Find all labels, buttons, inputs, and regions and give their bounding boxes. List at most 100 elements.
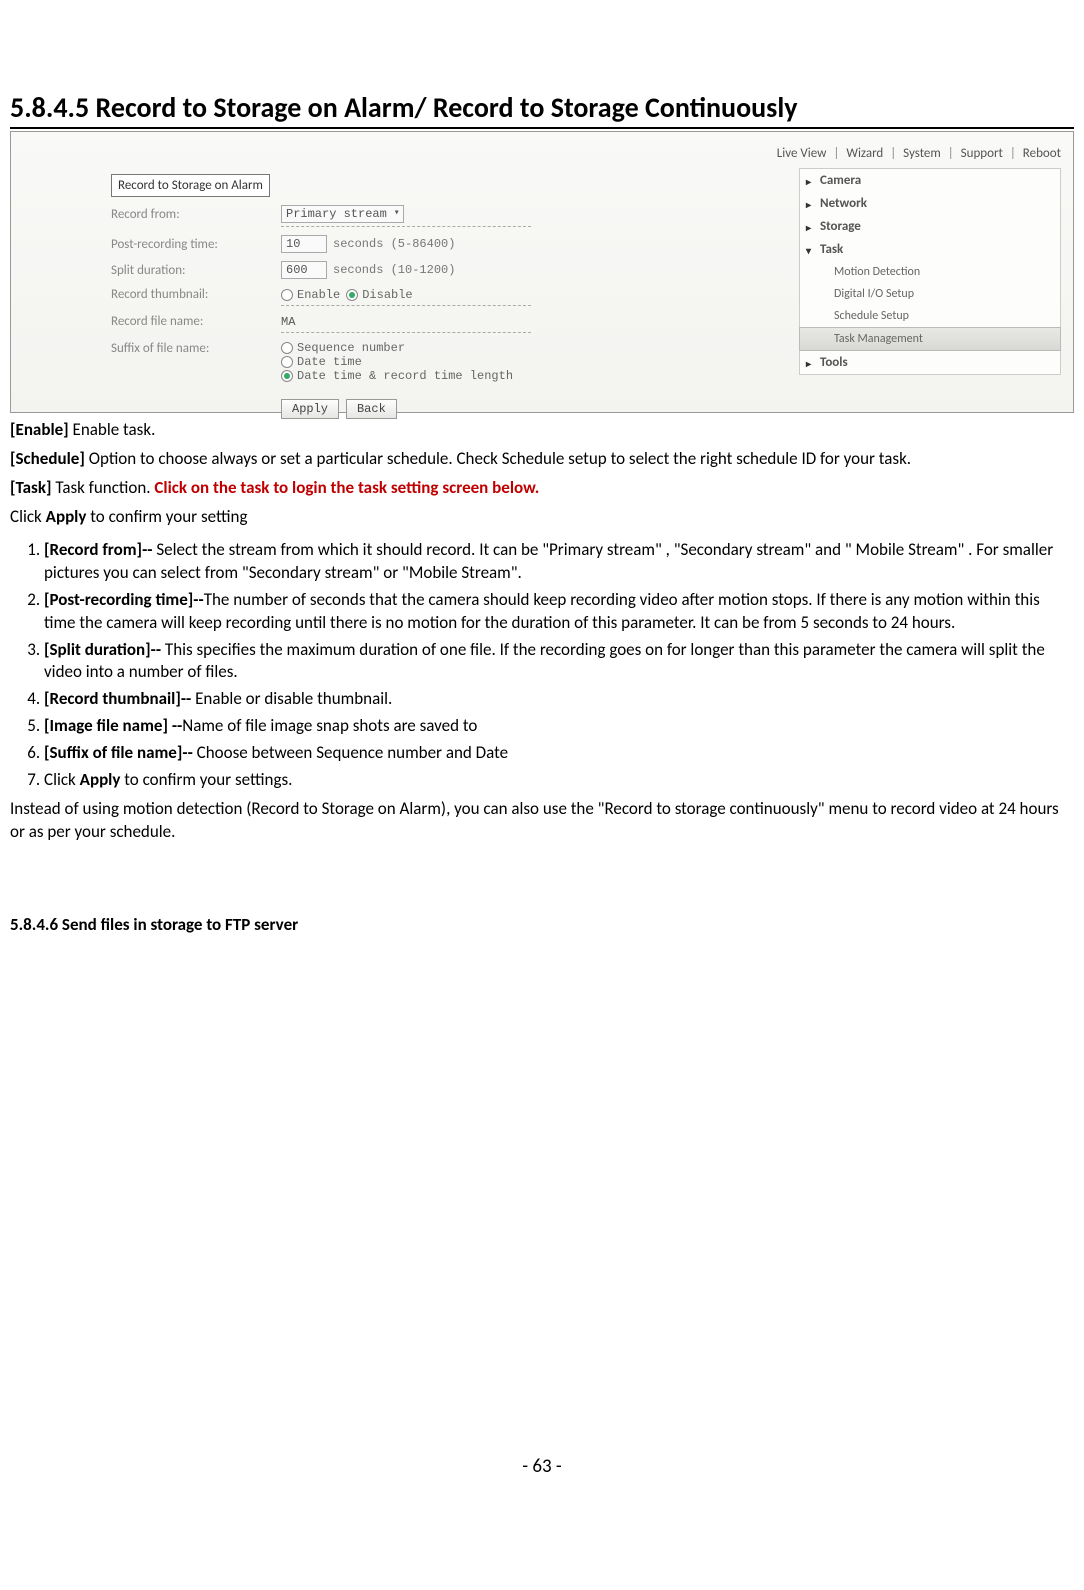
paragraph-apply: Click Apply to confirm your setting xyxy=(10,506,1074,529)
radio-icon xyxy=(281,289,293,301)
radio-label: Disable xyxy=(362,288,412,302)
subsection-heading: 5.8.4.6 Send files in storage to FTP ser… xyxy=(10,914,1074,935)
divider xyxy=(281,225,531,227)
divider xyxy=(281,304,531,306)
paragraph-enable: [Enable] Enable task. xyxy=(10,419,1074,442)
text: Click xyxy=(44,769,80,790)
separator: | xyxy=(1010,146,1016,161)
record-file-name-value[interactable]: MA xyxy=(281,315,295,329)
sidebar-item-label: Storage xyxy=(820,219,861,234)
suffix-datetime-length-radio[interactable]: Date time & record time length xyxy=(281,369,513,383)
label-schedule: [Schedule] xyxy=(10,448,85,469)
settings-form: Record to Storage on Alarm Record from: … xyxy=(111,174,531,419)
radio-label: Sequence number xyxy=(297,341,405,355)
label: [Record thumbnail]-- xyxy=(44,688,191,709)
sidebar-item-task[interactable]: ▾ Task xyxy=(800,238,1060,261)
form-title: Record to Storage on Alarm xyxy=(111,174,270,197)
section-heading: 5.8.4.5 Record to Storage on Alarm/ Reco… xyxy=(10,90,1074,129)
list-item: [Suffix of file name]-- Choose between S… xyxy=(44,742,1074,765)
label-task: [Task] xyxy=(10,477,52,498)
nav-wizard[interactable]: Wizard xyxy=(846,146,883,161)
chevron-right-icon: ▸ xyxy=(806,198,811,211)
suffix-sequence-radio[interactable]: Sequence number xyxy=(281,341,513,355)
radio-label: Date time & record time length xyxy=(297,369,513,383)
chevron-right-icon: ▸ xyxy=(806,221,811,234)
sidebar-item-camera[interactable]: ▸Camera xyxy=(800,169,1060,192)
top-nav: Live View | Wizard | System | Support | … xyxy=(775,146,1063,161)
radio-icon xyxy=(281,370,293,382)
text: to confirm your setting xyxy=(86,506,247,527)
text-bold: Apply xyxy=(80,769,121,790)
sidebar-item-motion-detection[interactable]: Motion Detection xyxy=(800,261,1060,283)
text: This specifies the maximum duration of o… xyxy=(44,639,1045,683)
record-thumbnail-label: Record thumbnail: xyxy=(111,287,281,302)
split-duration-hint: seconds (10-1200) xyxy=(333,263,455,277)
sidebar-item-label: Network xyxy=(820,196,867,211)
text: Select the stream from which it should r… xyxy=(44,539,1053,583)
sidebar-item-storage[interactable]: ▸ Storage xyxy=(800,215,1060,238)
label: [Post-recording time]-- xyxy=(44,589,204,610)
page-number: - 63 - xyxy=(10,1455,1074,1478)
divider xyxy=(281,331,531,333)
label: [Record from]-- xyxy=(44,539,152,560)
list-item: [Split duration]-- This specifies the ma… xyxy=(44,639,1074,685)
sidebar-item-task-management[interactable]: Task Management xyxy=(799,327,1061,351)
record-file-name-label: Record file name: xyxy=(111,314,281,329)
chevron-right-icon: ▸ xyxy=(806,175,811,188)
sidebar-item-network[interactable]: ▸ Network xyxy=(800,192,1060,215)
text: Enable task. xyxy=(69,419,156,440)
separator: | xyxy=(948,146,954,161)
text: Click xyxy=(10,506,46,527)
suffix-label: Suffix of file name: xyxy=(111,341,281,356)
text-highlight: Click on the task to login the task sett… xyxy=(154,477,539,498)
list-item: [Record thumbnail]-- Enable or disable t… xyxy=(44,688,1074,711)
text: Enable or disable thumbnail. xyxy=(191,688,392,709)
nav-system[interactable]: System xyxy=(903,146,941,161)
sidebar-item-label: Tools xyxy=(820,355,848,370)
label: [Suffix of file name]-- xyxy=(44,742,193,763)
radio-icon xyxy=(281,342,293,354)
label: [Image file name] -- xyxy=(44,715,182,736)
list-item: Click Apply to confirm your settings. xyxy=(44,769,1074,792)
nav-support[interactable]: Support xyxy=(961,146,1003,161)
post-recording-time-input[interactable]: 10 xyxy=(281,235,327,253)
closing-paragraph: Instead of using motion detection (Recor… xyxy=(10,798,1074,844)
list-item: [Image file name] --Name of file image s… xyxy=(44,715,1074,738)
list-item: [Record from]-- Select the stream from w… xyxy=(44,539,1074,585)
thumbnail-enable-radio[interactable]: Enable xyxy=(281,288,340,302)
chevron-right-icon: ▸ xyxy=(806,357,811,370)
nav-reboot[interactable]: Reboot xyxy=(1023,146,1061,161)
sidebar-item-schedule-setup[interactable]: Schedule Setup xyxy=(800,305,1060,327)
text-bold: Apply xyxy=(46,506,87,527)
settings-sidebar: ▸Camera ▸ Network ▸ Storage ▾ Task Motion D… xyxy=(799,168,1061,375)
label-enable: [Enable] xyxy=(10,419,69,440)
sidebar-item-label: Task xyxy=(820,242,843,257)
record-from-label: Record from: xyxy=(111,207,281,222)
radio-label: Enable xyxy=(297,288,340,302)
apply-button[interactable]: Apply xyxy=(281,399,339,419)
back-button[interactable]: Back xyxy=(346,399,397,419)
text: Option to choose always or set a particu… xyxy=(85,448,911,469)
separator: | xyxy=(833,146,839,161)
sidebar-item-digital-io-setup[interactable]: Digital I/O Setup xyxy=(800,283,1060,305)
sidebar-item-tools[interactable]: ▸ Tools xyxy=(800,351,1060,374)
separator: | xyxy=(890,146,896,161)
post-recording-time-label: Post-recording time: xyxy=(111,237,281,252)
numbered-list: [Record from]-- Select the stream from w… xyxy=(10,539,1074,792)
nav-live-view[interactable]: Live View xyxy=(777,146,827,161)
split-duration-input[interactable]: 600 xyxy=(281,261,327,279)
text: Choose between Sequence number and Date xyxy=(193,742,508,763)
split-duration-label: Split duration: xyxy=(111,263,281,278)
record-from-select[interactable]: Primary stream xyxy=(281,205,404,223)
thumbnail-disable-radio[interactable]: Disable xyxy=(346,288,412,302)
radio-icon xyxy=(281,356,293,368)
suffix-date-radio[interactable]: Date time xyxy=(281,355,513,369)
label: [Split duration]-- xyxy=(44,639,161,660)
chevron-down-icon: ▾ xyxy=(806,244,811,257)
radio-label: Date time xyxy=(297,355,362,369)
text: Task function. xyxy=(52,477,155,498)
paragraph-task: [Task] Task function. Click on the task … xyxy=(10,477,1074,500)
text: Name of file image snap shots are saved … xyxy=(182,715,477,736)
radio-icon xyxy=(346,289,358,301)
embedded-screenshot: Live View | Wizard | System | Support | … xyxy=(10,131,1074,413)
